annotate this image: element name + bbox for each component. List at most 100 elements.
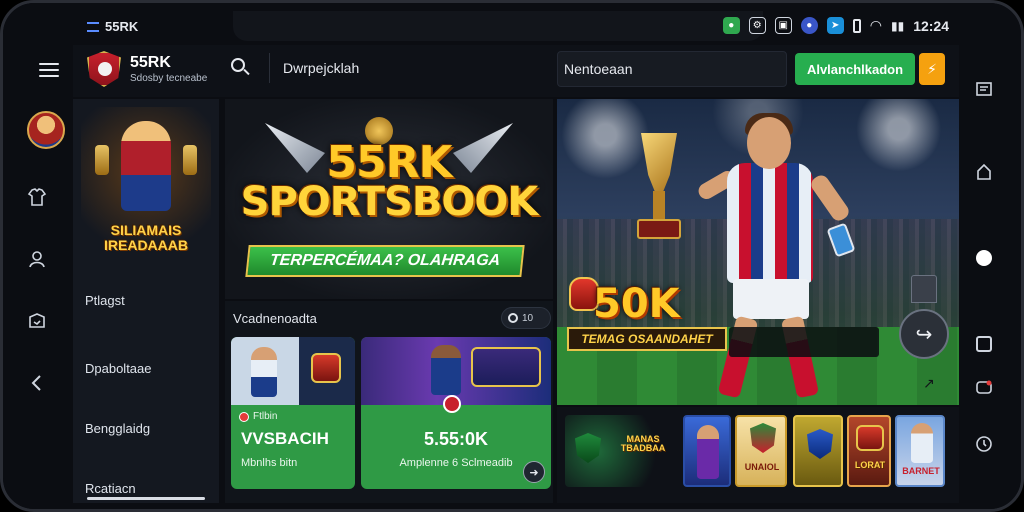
cap-icon bbox=[911, 275, 937, 303]
sidebar: SILIAMAIS IREADAAAB Ptlagst Dpaboltaae B… bbox=[73, 99, 219, 503]
logo-badge bbox=[471, 347, 541, 387]
brand-tagline: Sdosby tecneabe bbox=[130, 73, 208, 84]
thumb-label: BARNET bbox=[902, 466, 940, 476]
player-illustration bbox=[431, 345, 461, 395]
wifi-icon: ◠ bbox=[869, 17, 882, 33]
player-illustration bbox=[251, 347, 277, 397]
nav-dot-icon[interactable] bbox=[971, 245, 997, 271]
battery-saver-icon bbox=[852, 18, 861, 33]
nav-field[interactable]: Nentoeaan bbox=[557, 51, 787, 87]
sidebar-underline bbox=[87, 497, 205, 500]
trophy-icon bbox=[631, 133, 685, 243]
image-icon: ▣ bbox=[774, 17, 792, 34]
shield-icon bbox=[750, 423, 776, 453]
phone-frame: 55RK ● ⚙ ▣ ● ➤ ◠ ▮▮ 12:24 55RK Sdosby te… bbox=[0, 0, 1024, 512]
thumb-label: MANAS TBADBAA bbox=[620, 434, 666, 453]
lightning-icon[interactable]: ⚡ bbox=[919, 53, 945, 85]
home-icon[interactable] bbox=[971, 159, 997, 185]
games-strip: MANAS TBADBAA UNAIOL LORAT BARNET bbox=[557, 407, 959, 503]
feature-strip bbox=[729, 327, 879, 357]
back-arrow-icon[interactable] bbox=[23, 369, 51, 397]
promo-title: SILIAMAIS IREADAAAB bbox=[104, 222, 188, 253]
swap-icon[interactable]: ↪ bbox=[899, 309, 949, 359]
app-icon: ● bbox=[800, 17, 818, 34]
notch bbox=[233, 11, 763, 41]
gear-icon: ⚙ bbox=[748, 17, 766, 34]
left-rail bbox=[3, 3, 73, 509]
search-input[interactable]: Dwrpejcklah bbox=[283, 60, 359, 76]
settings-icon[interactable] bbox=[971, 431, 997, 457]
sidebar-item[interactable]: Dpaboltaae bbox=[85, 361, 152, 376]
player-illustration bbox=[697, 425, 719, 479]
player-illustration bbox=[121, 121, 171, 211]
wallet-icon[interactable] bbox=[23, 307, 51, 335]
feature-ribbon: TEMAG OSAANDAHET bbox=[567, 327, 727, 351]
game-thumb[interactable]: MANAS TBADBAA bbox=[565, 415, 673, 487]
hero-banner[interactable]: 55RK SPORTSBOOK TERPERCÉMAA? OLAHRAGA bbox=[225, 99, 553, 299]
status-app-label: 55RK bbox=[105, 19, 139, 34]
shirt-icon[interactable] bbox=[23, 183, 51, 211]
badge-icon bbox=[311, 353, 341, 383]
signal-icon: ▮▮ bbox=[890, 18, 905, 33]
card-body: 5.55:0K Amplenne 6 Sclmeadib ➜ bbox=[361, 405, 551, 489]
feature-amount: 50K bbox=[593, 281, 680, 327]
shield-icon bbox=[575, 433, 601, 463]
card-image bbox=[361, 337, 551, 413]
section-title: Vcadnenoadta bbox=[233, 311, 317, 326]
search-icon[interactable] bbox=[231, 58, 251, 78]
brand-name: 55RK bbox=[130, 54, 171, 71]
list-icon bbox=[87, 21, 99, 32]
badge-icon bbox=[856, 425, 884, 451]
card-headline: VVSBACIH bbox=[241, 429, 329, 448]
whatsapp-icon: ● bbox=[722, 17, 740, 34]
brand-logo[interactable] bbox=[87, 51, 121, 87]
card-caption: Amplenne 6 Sclmeadib bbox=[399, 457, 513, 469]
featured-banner[interactable]: 50K TEMAG OSAANDAHET ↪ ↗ bbox=[557, 99, 959, 405]
hero-subtitle: SPORTSBOOK bbox=[240, 179, 539, 225]
promo-section: Vcadnenoadta 10 Ftlbin VVSBACIH Mbnlhs b… bbox=[225, 301, 553, 503]
promo-card-1[interactable]: Ftlbin VVSBACIH Mbnlhs bitn bbox=[231, 337, 355, 489]
sidebar-item[interactable]: Bengglaidg bbox=[85, 421, 150, 436]
card-image bbox=[231, 337, 355, 405]
app-bar: 55RK Sdosby tecneabe Dwrpejcklah Nentoea… bbox=[73, 45, 959, 97]
receipt-icon[interactable] bbox=[971, 75, 997, 101]
player-illustration bbox=[911, 423, 933, 463]
game-thumb[interactable] bbox=[793, 415, 843, 487]
card-body: Ftlbin VVSBACIH Mbnlhs bitn bbox=[231, 405, 355, 489]
trophy-icon bbox=[95, 145, 109, 175]
avatar[interactable] bbox=[27, 111, 65, 149]
square-icon[interactable] bbox=[971, 331, 997, 357]
toggle-icon bbox=[508, 313, 518, 323]
game-thumb[interactable]: LORAT bbox=[847, 415, 891, 487]
thumb-label: LORAT bbox=[854, 460, 886, 470]
right-rail bbox=[953, 3, 1021, 509]
card-tag: Ftlbin bbox=[239, 411, 277, 422]
thumb-label: UNAIOL bbox=[744, 462, 780, 472]
card-caption: Mbnlhs bitn bbox=[241, 457, 298, 469]
cta-button[interactable]: Alvlanchlkadon bbox=[795, 53, 915, 85]
clock-time: 12:24 bbox=[913, 17, 949, 34]
status-right: ● ⚙ ▣ ● ➤ ◠ ▮▮ 12:24 bbox=[722, 17, 949, 34]
promo-card[interactable]: SILIAMAIS IREADAAAB bbox=[81, 107, 211, 267]
sidebar-item[interactable]: Rcatiacn bbox=[85, 481, 136, 496]
card-headline: 5.55:0K bbox=[423, 429, 489, 449]
arrow-right-icon[interactable]: ➜ bbox=[523, 461, 545, 483]
menu-icon[interactable] bbox=[39, 63, 59, 79]
status-left: 55RK bbox=[87, 19, 138, 34]
promo-card-2[interactable]: 5.55:0K Amplenne 6 Sclmeadib ➜ bbox=[361, 337, 551, 489]
telegram-icon: ➤ bbox=[826, 17, 844, 34]
game-thumb[interactable]: BARNET bbox=[895, 415, 945, 487]
chat-icon[interactable] bbox=[971, 375, 997, 401]
game-thumb[interactable] bbox=[683, 415, 731, 487]
user-icon[interactable] bbox=[23, 245, 51, 273]
hero-ribbon: TERPERCÉMAA? OLAHRAGA bbox=[245, 245, 525, 277]
flag-icon bbox=[239, 411, 249, 422]
divider bbox=[269, 53, 270, 83]
section-toggle[interactable]: 10 bbox=[501, 307, 551, 329]
sidebar-item[interactable]: Ptlagst bbox=[85, 293, 125, 308]
trophy-icon bbox=[183, 145, 197, 175]
game-thumb[interactable]: UNAIOL bbox=[735, 415, 787, 487]
status-bar: 55RK ● ⚙ ▣ ● ➤ ◠ ▮▮ 12:24 bbox=[73, 11, 959, 45]
shield-icon bbox=[807, 429, 833, 459]
pointer-icon: ↗ bbox=[923, 375, 935, 391]
